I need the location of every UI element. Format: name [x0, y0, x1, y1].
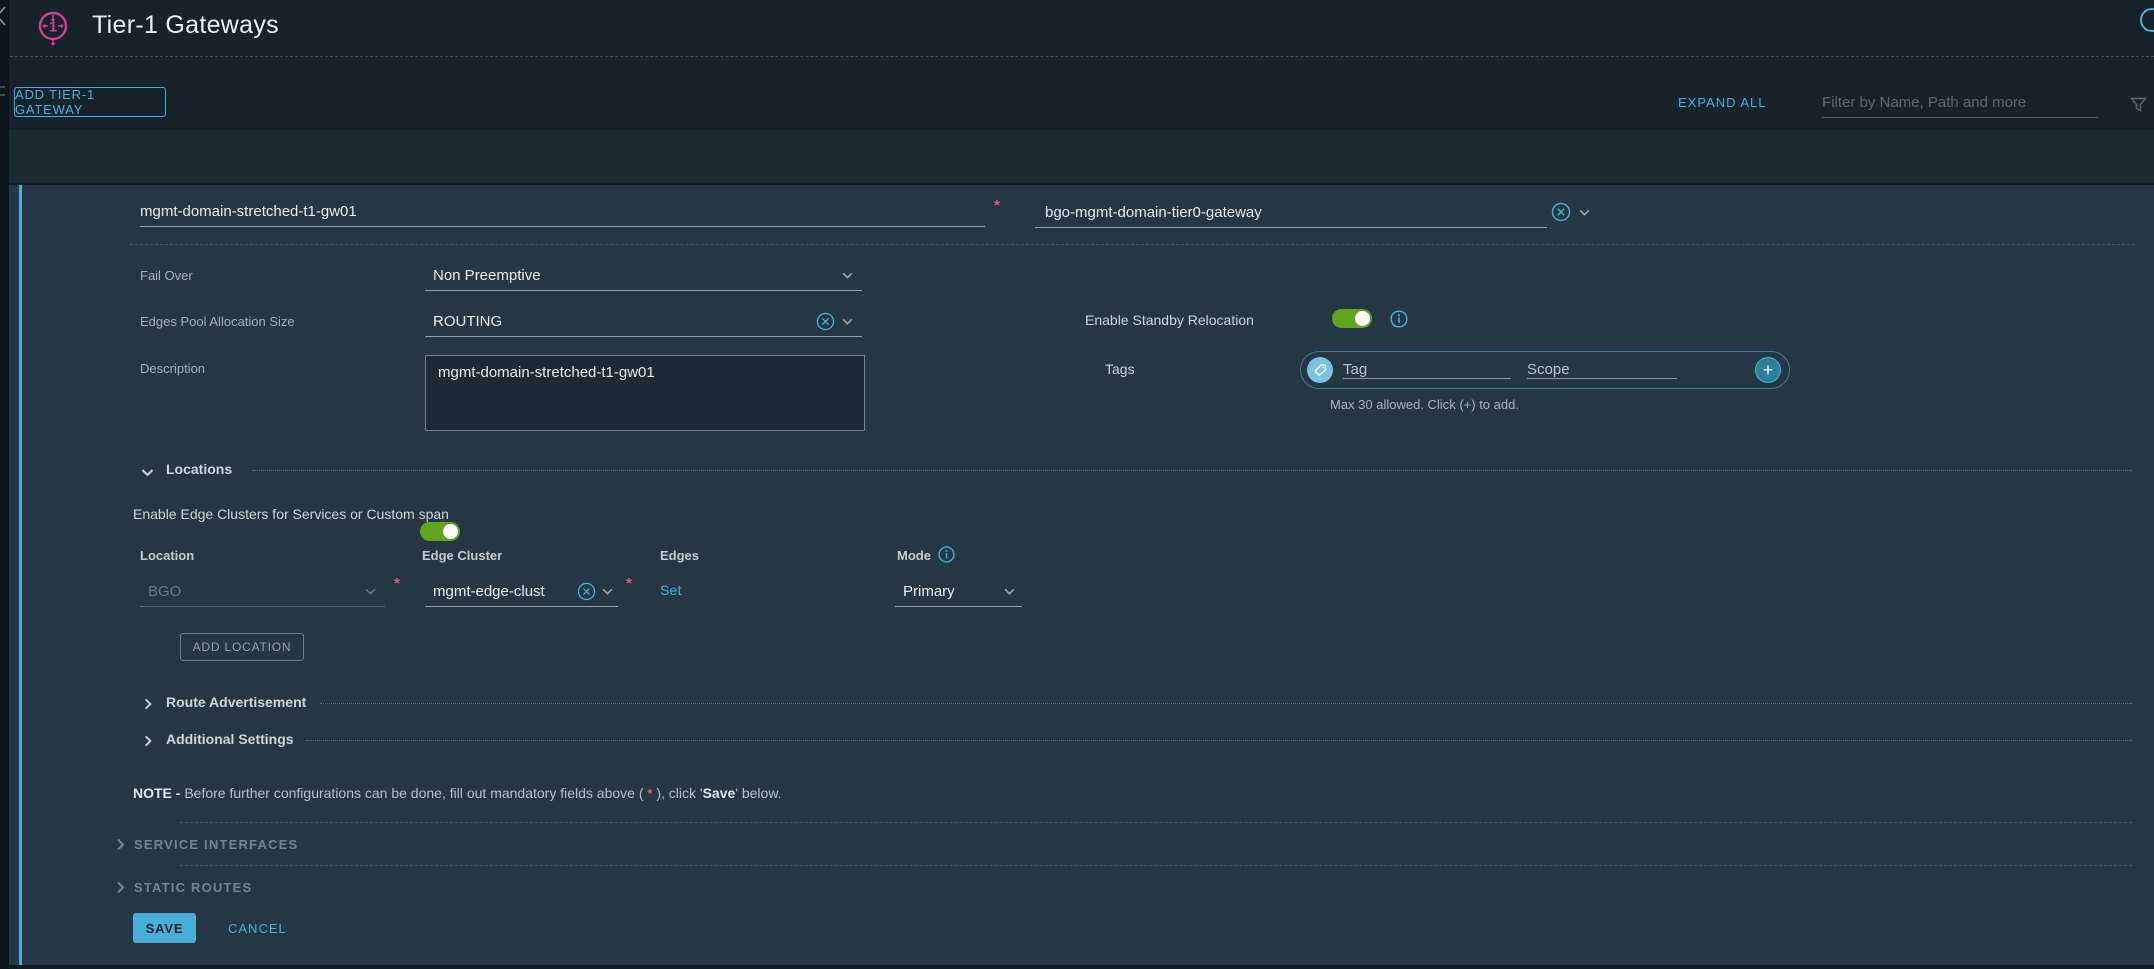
- add-tag-button[interactable]: +: [1755, 357, 1781, 383]
- filter-funnel-icon[interactable]: [2130, 97, 2147, 113]
- location-select: BGO: [140, 577, 385, 607]
- edge-clusters-span-label: Enable Edge Clusters for Services or Cus…: [133, 506, 449, 522]
- linked-tier0-combobox[interactable]: bgo-mgmt-domain-tier0-gateway: [1035, 197, 1547, 228]
- add-tier1-gateway-button[interactable]: ADD TIER-1 GATEWAY: [14, 87, 166, 117]
- mode-column-label: Mode: [897, 548, 931, 563]
- row-separator: [130, 244, 2135, 245]
- standby-info-icon[interactable]: [1390, 310, 1408, 328]
- row-bottom-edge: [0, 965, 2154, 969]
- help-icon[interactable]: [2140, 8, 2154, 32]
- note-label: NOTE -: [133, 785, 180, 801]
- route-advertisement-title[interactable]: Route Advertisement: [166, 694, 306, 710]
- route-advertisement-expand-icon[interactable]: [141, 697, 155, 711]
- locations-collapse-icon[interactable]: [140, 465, 155, 480]
- expand-all-link[interactable]: EXPAND ALL: [1678, 95, 1767, 110]
- clear-selection-icon[interactable]: [1551, 202, 1571, 222]
- fail-over-value: Non Preemptive: [425, 267, 841, 284]
- gateway-name-input[interactable]: [140, 197, 985, 227]
- scope-input[interactable]: [1527, 361, 1677, 379]
- description-textarea[interactable]: mgmt-domain-stretched-t1-gw01: [425, 355, 865, 431]
- service-interfaces-title[interactable]: SERVICE INTERFACES: [134, 837, 298, 852]
- section-separator: [180, 865, 2132, 866]
- mode-info-icon[interactable]: [938, 546, 955, 563]
- standby-relocation-toggle[interactable]: [1332, 309, 1372, 328]
- description-label: Description: [140, 361, 205, 376]
- clear-selection-icon[interactable]: [577, 582, 596, 601]
- edge-cluster-column-label: Edge Cluster: [422, 548, 502, 563]
- mode-select[interactable]: Primary: [895, 577, 1022, 607]
- additional-settings-title[interactable]: Additional Settings: [166, 731, 294, 747]
- edge-cluster-combobox[interactable]: mgmt-edge-clust: [425, 577, 618, 607]
- save-button[interactable]: SAVE: [133, 913, 196, 943]
- section-separator: [180, 822, 2132, 823]
- edges-pool-label: Edges Pool Allocation Size: [140, 314, 295, 329]
- location-column-label: Location: [140, 548, 194, 563]
- location-value: BGO: [140, 583, 364, 600]
- left-nav-rail: [0, 0, 9, 969]
- edge-clusters-span-toggle[interactable]: [420, 522, 460, 541]
- row-selected-accent: [19, 185, 22, 965]
- cancel-button[interactable]: CANCEL: [228, 921, 287, 936]
- chevron-down-icon: [601, 585, 614, 598]
- chevron-down-icon: [841, 315, 854, 328]
- nav-fragment: [0, 94, 5, 96]
- chevron-down-icon: [1003, 585, 1016, 598]
- fail-over-label: Fail Over: [140, 268, 193, 283]
- note-text: NOTE - Before further configurations can…: [133, 785, 782, 801]
- back-chevron-icon[interactable]: [0, 4, 9, 28]
- tag-icon: [1307, 357, 1333, 383]
- mandatory-asterisk: *: [626, 575, 632, 592]
- service-interfaces-expand-icon[interactable]: [113, 837, 128, 852]
- edges-column-label: Edges: [660, 548, 699, 563]
- chevron-down-icon: [364, 585, 377, 598]
- page-title: Tier-1 Gateways: [92, 11, 279, 40]
- chevron-down-icon: [841, 269, 854, 282]
- locations-section-title[interactable]: Locations: [166, 461, 232, 477]
- note-save-word: Save: [703, 785, 736, 801]
- tier1-gateways-screen: 1 Tier-1 Gateways ADD TIER-1 GATEWAY EXP…: [0, 0, 2154, 969]
- tier1-gateway-edit-row: * bgo-mgmt-domain-tier0-gateway Fail Ove…: [0, 185, 2154, 965]
- tier1-gateway-icon: 1: [32, 6, 74, 48]
- edges-pool-value: ROUTING: [425, 313, 816, 330]
- fail-over-select[interactable]: Non Preemptive: [425, 261, 862, 291]
- tags-label: Tags: [1105, 361, 1135, 377]
- mandatory-asterisk: *: [394, 575, 400, 592]
- edge-cluster-value: mgmt-edge-clust: [425, 583, 577, 600]
- tags-pill: +: [1300, 351, 1790, 389]
- tag-input[interactable]: [1343, 361, 1511, 379]
- clear-selection-icon[interactable]: [816, 312, 835, 331]
- edges-pool-combobox[interactable]: ROUTING: [425, 307, 862, 337]
- mode-value: Primary: [895, 583, 1003, 600]
- static-routes-title[interactable]: STATIC ROUTES: [134, 880, 252, 895]
- tags-hint: Max 30 allowed. Click (+) to add.: [1330, 397, 1519, 412]
- standby-relocation-label: Enable Standby Relocation: [1085, 312, 1254, 328]
- section-dotted-line: [252, 470, 2132, 471]
- section-dotted-line: [306, 740, 2132, 741]
- section-dotted-line: [320, 703, 2132, 704]
- nav-fragment: [0, 86, 5, 88]
- filter-input[interactable]: [1822, 88, 2098, 118]
- additional-settings-expand-icon[interactable]: [141, 734, 155, 748]
- mandatory-asterisk: *: [994, 197, 1000, 214]
- edges-set-link[interactable]: Set: [660, 582, 682, 598]
- linked-tier0-value: bgo-mgmt-domain-tier0-gateway: [1035, 204, 1547, 221]
- page-header: 1 Tier-1 Gateways: [0, 0, 2154, 57]
- static-routes-expand-icon[interactable]: [113, 880, 128, 895]
- add-location-button[interactable]: ADD LOCATION: [180, 633, 304, 661]
- chevron-down-icon[interactable]: [1578, 206, 1591, 219]
- grid-header: Tier-1 Gateway Name Linked Tier-0 Gatewa…: [0, 130, 2154, 185]
